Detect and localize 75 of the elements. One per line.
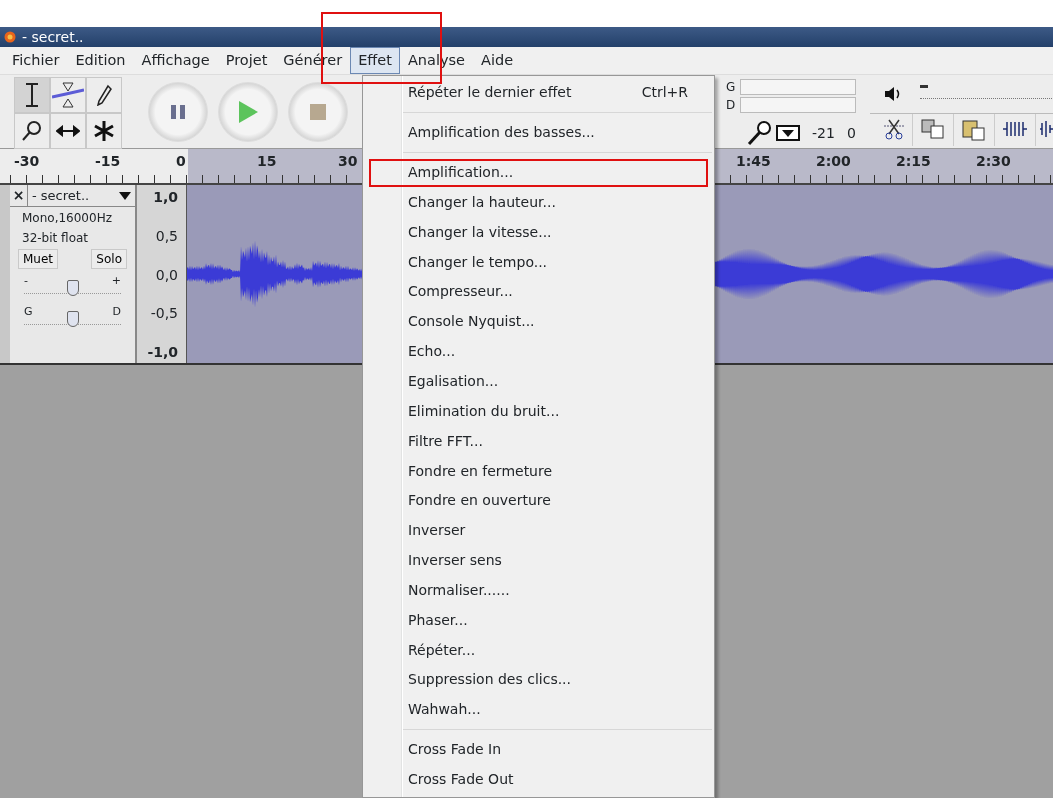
menu-item[interactable]: Egalisation... [363,366,714,397]
menu-item[interactable]: Phaser... [363,605,714,636]
menu-item[interactable]: Fondre en ouverture [363,485,714,516]
menu-item[interactable]: Edition [67,46,134,75]
menu-item[interactable]: Inverser [363,515,714,546]
menu-item[interactable]: Effet [350,46,400,75]
menu-item[interactable]: Fichier [4,46,68,75]
ruler-label: -15 [95,152,121,171]
stop-icon [309,102,327,121]
ruler-label: 0 [176,152,186,171]
scale-label: 0,5 [155,226,178,246]
ruler-label: 30 [338,152,358,171]
menu-item[interactable]: Amplification... [363,157,714,188]
slider-thumb[interactable] [66,280,79,296]
meter-scale-label: 0 [846,123,856,143]
menu-item[interactable]: Cross Fade In [363,734,714,765]
close-button[interactable]: × [10,185,28,206]
volume-slider-thumb[interactable] [919,85,928,88]
track-name-dropdown[interactable]: - secret.. [28,185,135,206]
menu-item[interactable]: Compresseur... [363,277,714,307]
zoom-icon[interactable] [14,113,50,149]
ruler-label: 15 [257,152,277,171]
menu-item[interactable]: Elimination du bruit... [363,396,714,427]
menu-item[interactable]: Répéter le dernier effet Ctrl+R [363,78,714,108]
track-info: Mono,16000Hz [21,210,113,227]
scale-label: 0,0 [155,265,178,285]
caret-icon [119,191,131,200]
multi-tool-icon[interactable] [86,113,122,149]
menu-item[interactable]: Console Nyquist... [363,306,714,337]
menu-item[interactable]: Suppression des clics... [363,665,714,695]
slider-thumb[interactable] [66,311,79,327]
slider-label: + [111,275,121,286]
play-icon [237,99,259,124]
track-button[interactable]: Muet [18,249,59,269]
menu-item[interactable]: Changer la hauteur... [363,187,714,218]
menu-item[interactable]: Changer la vitesse... [363,217,714,248]
window-title: - secret.. [22,27,84,47]
scale-label: -1,0 [147,343,178,362]
ruler-label: 2:30 [976,152,1011,171]
dropdown-icon[interactable] [776,125,800,141]
slider-label: G [24,306,33,317]
envelope-tool-icon[interactable] [50,77,86,113]
scale-label: -0,5 [150,304,178,324]
scale-label: 1,0 [153,188,178,207]
time-shift-icon[interactable] [50,113,86,149]
speaker-icon [883,86,902,102]
menu-item[interactable]: Répéter... [363,635,714,666]
menu-item[interactable]: Wahwah... [363,694,714,725]
selection-tool-icon[interactable] [14,77,50,113]
menu-item[interactable]: Amplification des basses... [363,117,714,148]
slider-label: - [24,275,28,286]
ruler-label: -30 [14,152,40,171]
menu-item[interactable]: Normaliser...... [363,575,714,606]
track-info: 32-bit float [21,230,90,247]
menu-item[interactable]: Cross Fade Out [363,764,714,795]
ruler-label: 1:45 [736,152,771,171]
menu-item[interactable]: Fondre en fermeture [363,456,714,486]
slider-label: D [112,306,121,317]
menu-item[interactable]: Aide [473,46,522,75]
meter-label: G [726,79,737,96]
menu-item[interactable]: Projet [217,46,276,75]
menu-item[interactable]: Filtre FFT... [363,426,714,457]
pause-icon [169,102,187,121]
menu-item[interactable]: Inverser sens [363,545,714,576]
pencil-icon[interactable] [86,77,122,113]
menu-item[interactable]: Changer le tempo... [363,247,714,278]
meter-label: D [726,97,737,114]
ruler-label: 2:15 [896,152,931,171]
microphone-icon [746,120,772,146]
menu-item[interactable]: Echo... [363,336,714,367]
track-button[interactable]: Solo [91,249,127,269]
ruler-label: 2:00 [816,152,851,171]
menu-item[interactable]: Affichage [133,46,218,75]
meter-scale-label: -21 [812,123,835,143]
app-icon [4,31,16,43]
